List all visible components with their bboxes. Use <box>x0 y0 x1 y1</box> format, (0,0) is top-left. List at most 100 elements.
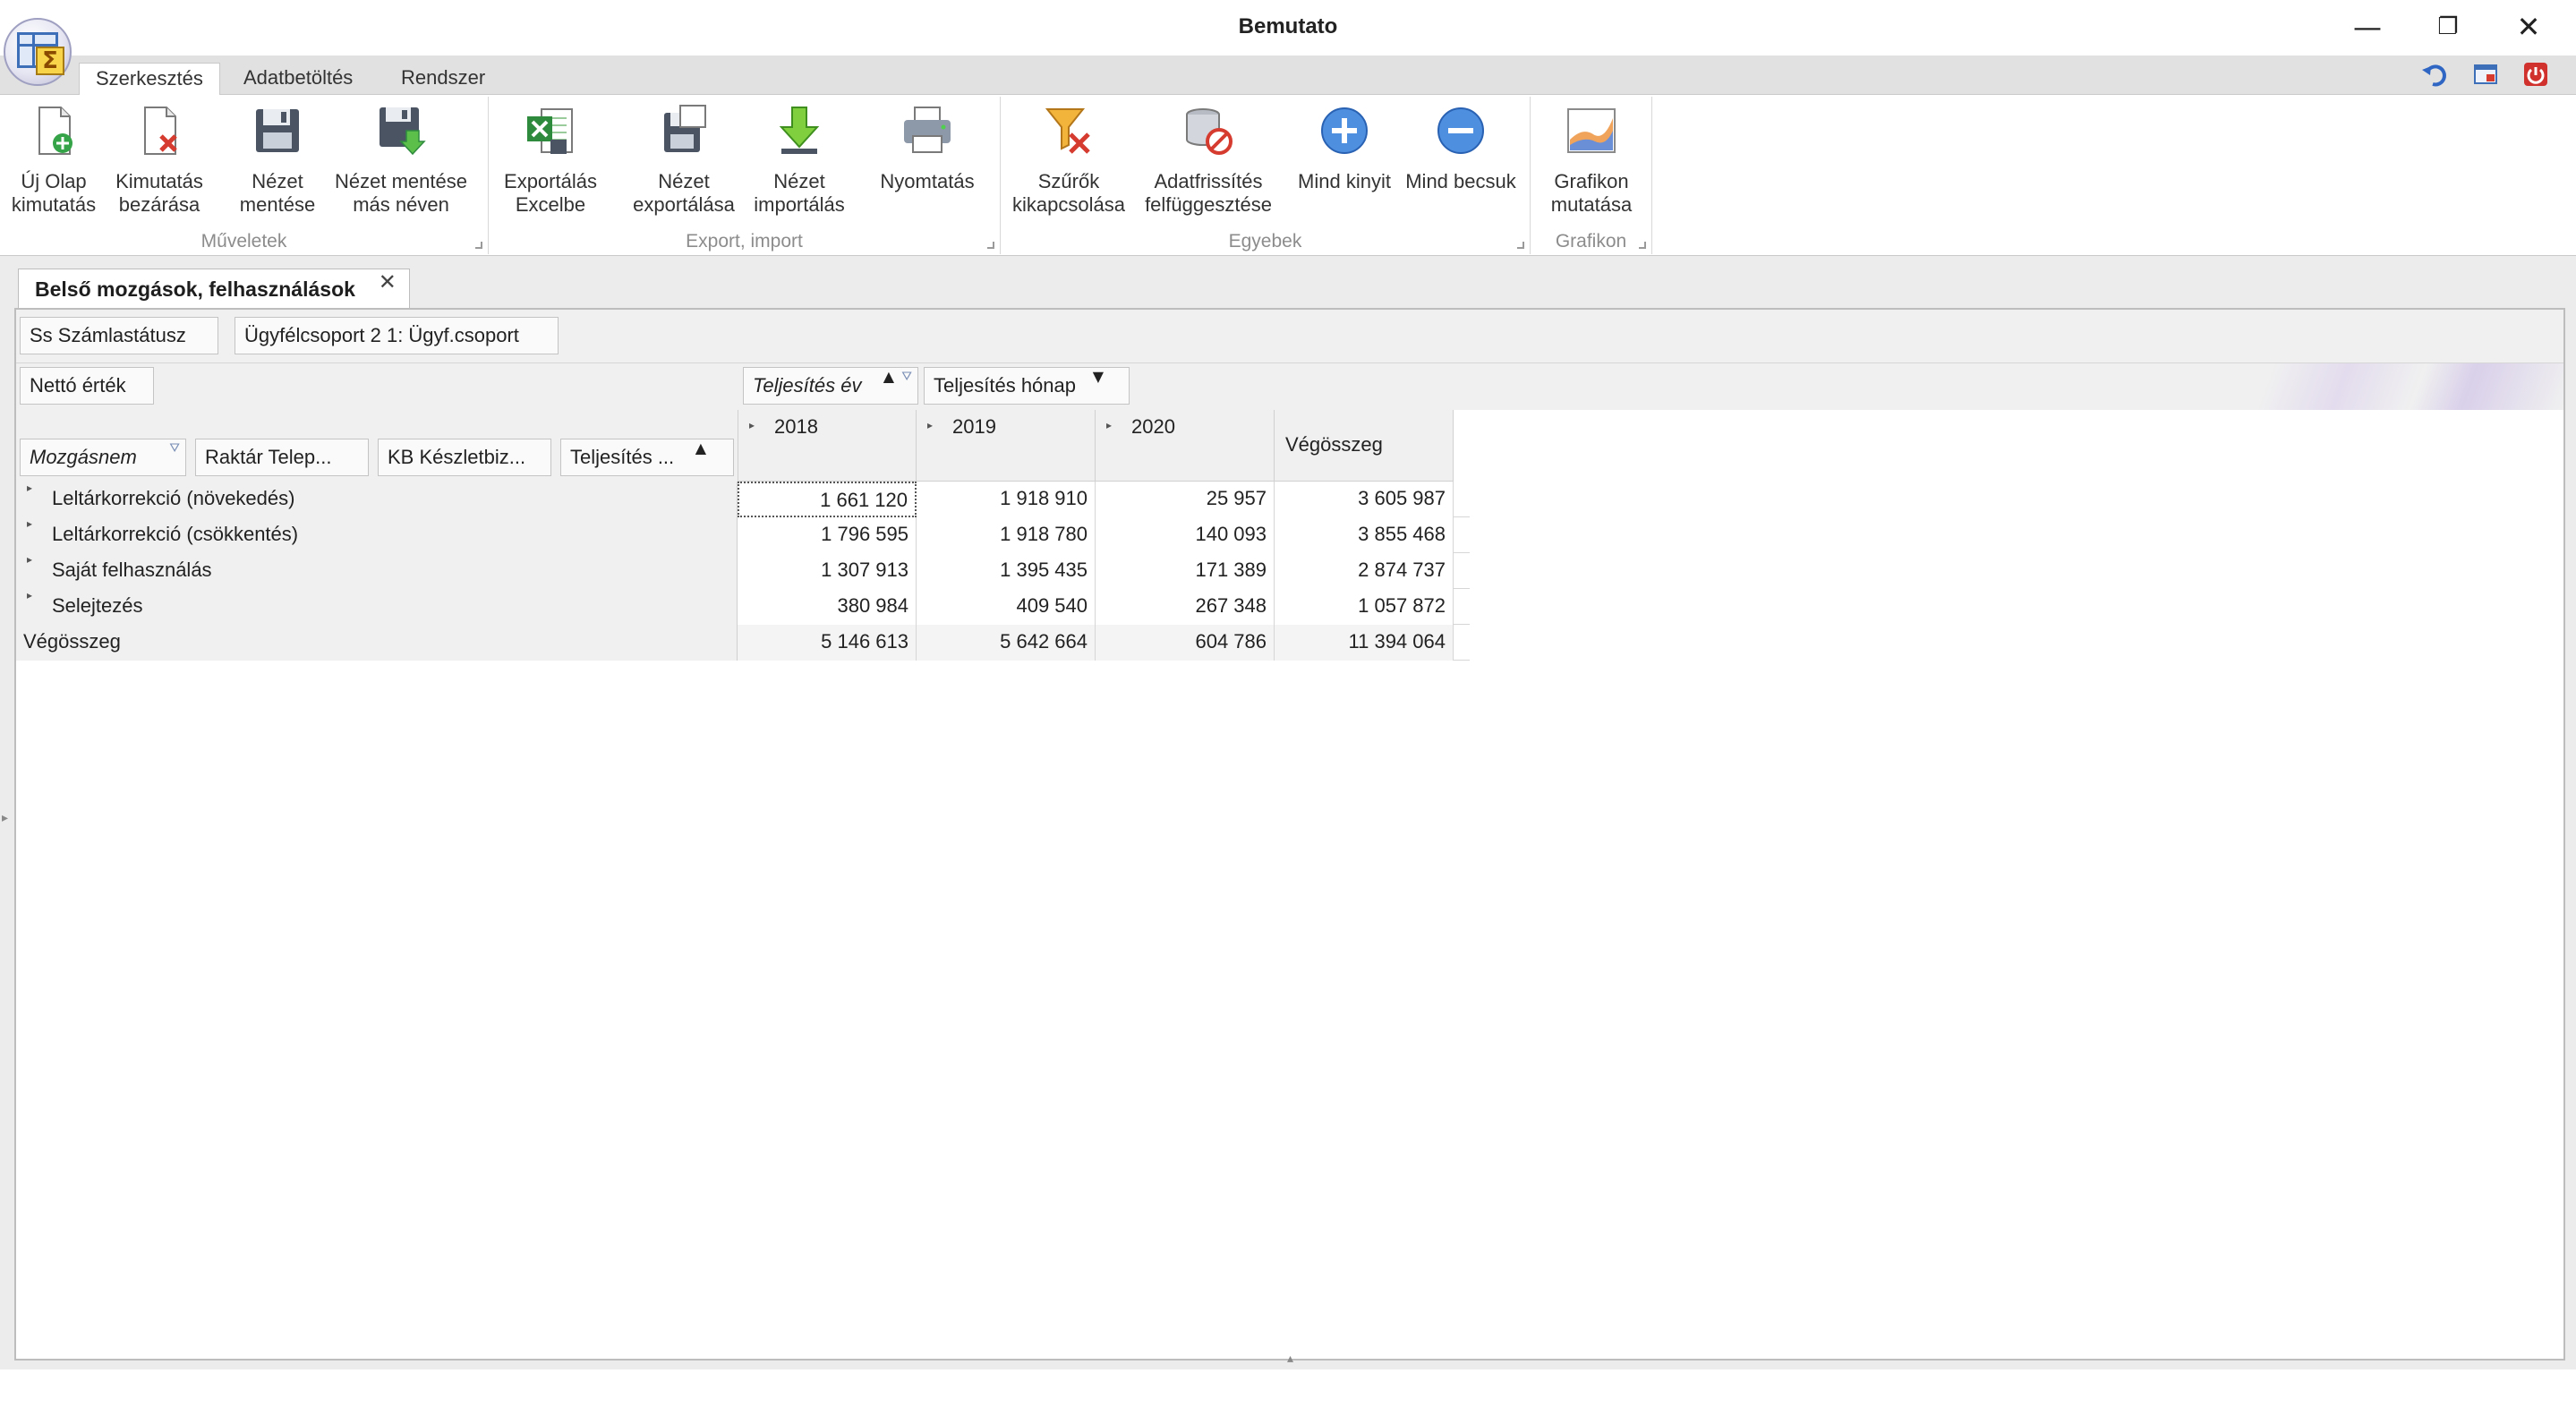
filter-field-ugyfelcsoport[interactable]: Ügyfélcsoport 2 1: Ügyf.csoport <box>235 317 559 354</box>
row-field-mozgasnem[interactable]: Mozgásnem ⛛ <box>20 439 186 476</box>
table-cell[interactable]: 2 874 737 <box>1275 553 1454 589</box>
table-cell[interactable]: 25 957 <box>1096 482 1275 517</box>
row-field-kb-keszletbiz[interactable]: KB Készletbiz... <box>378 439 551 476</box>
column-field-teljesites-honap[interactable]: Teljesítés hónap ▼ <box>924 367 1130 405</box>
application-menu-button[interactable]: Σ <box>4 18 72 86</box>
table-cell[interactable]: 267 348 <box>1096 589 1275 625</box>
expand-icon[interactable]: ▸ <box>927 419 933 431</box>
table-cell[interactable]: 5 642 664 <box>917 625 1096 661</box>
import-view-button[interactable]: Nézet importálás <box>750 97 849 222</box>
close-report-label: Kimutatás bezárása <box>115 170 203 216</box>
ribbon-group-export-import: Exportálás Excelbe Nézet exportálása Néz… <box>489 97 1001 254</box>
print-button[interactable]: Nyomtatás <box>874 97 981 222</box>
table-cell[interactable]: 140 093 <box>1096 517 1275 553</box>
table-cell[interactable]: 1 307 913 <box>738 553 917 589</box>
row-header-label: Leltárkorrekció (csökkentés) <box>52 523 299 545</box>
suspend-refresh-label: Adatfrissítés felfüggesztése <box>1145 170 1272 216</box>
column-header-2018[interactable]: ▸ 2018 <box>738 410 917 482</box>
column-header-2020[interactable]: ▸ 2020 <box>1096 410 1275 482</box>
expand-all-button[interactable]: Mind kinyit <box>1292 97 1396 222</box>
table-cell[interactable]: 1 395 435 <box>917 553 1096 589</box>
table-cell[interactable]: 3 855 468 <box>1275 517 1454 553</box>
column-field-teljesites-honap-label: Teljesítés hónap <box>934 374 1076 397</box>
document-tab-label: Belső mozgások, felhasználások <box>35 277 355 301</box>
tab-adatbetoltes[interactable]: Adatbetöltés <box>227 63 369 95</box>
row-header[interactable]: ▸ Selejtezés <box>16 589 738 625</box>
table-cell[interactable]: 380 984 <box>738 589 917 625</box>
close-report-button[interactable]: Kimutatás bezárása <box>113 97 206 222</box>
table-cell[interactable]: 1 796 595 <box>738 517 917 553</box>
new-olap-report-button[interactable]: Új Olap kimutatás <box>7 97 100 222</box>
row-field-teljesites-label: Teljesítés ... <box>570 446 675 468</box>
expand-icon[interactable]: ▸ <box>27 553 32 566</box>
show-chart-button[interactable]: Grafikon mutatása <box>1540 97 1643 222</box>
group-dialog-launcher[interactable] <box>475 242 482 249</box>
filter-icon[interactable]: ⛛ <box>901 370 912 384</box>
data-field-netto-ertek[interactable]: Nettó érték <box>20 367 154 405</box>
column-field-teljesites-ev[interactable]: Teljesítés év ▲ ⛛ <box>743 367 918 405</box>
filter-icon[interactable]: ⛛ <box>169 441 180 456</box>
row-field-raktar-telep[interactable]: Raktár Telep... <box>195 439 369 476</box>
ribbon-tab-strip: Szerkesztés Adatbetöltés Rendszer <box>0 55 2576 96</box>
group-dialog-launcher[interactable] <box>1517 242 1524 249</box>
table-cell[interactable]: 604 786 <box>1096 625 1275 661</box>
table-cell[interactable]: 1 661 120 <box>738 482 917 517</box>
table-cell[interactable]: 171 389 <box>1096 553 1275 589</box>
restore-button[interactable]: ❐ <box>2417 7 2479 48</box>
collapse-bottom-icon[interactable]: ▴ <box>1287 1352 1293 1366</box>
export-excel-label: Exportálás Excelbe <box>504 170 597 216</box>
table-row: ▸ Leltárkorrekció (csökkentés) 1 796 595 … <box>16 517 1470 553</box>
minimize-button[interactable]: — <box>2336 7 2399 48</box>
save-view-button[interactable]: Nézet mentése <box>231 97 324 222</box>
collapse-left-icon[interactable]: ▸ <box>2 811 8 825</box>
window-layout-icon[interactable] <box>2472 61 2499 88</box>
table-cell[interactable]: 3 605 987 <box>1275 482 1454 517</box>
table-cell[interactable]: 409 540 <box>917 589 1096 625</box>
table-cell[interactable]: 1 918 910 <box>917 482 1096 517</box>
tab-rendszer[interactable]: Rendszer <box>385 63 501 95</box>
table-cell[interactable]: 1 918 780 <box>917 517 1096 553</box>
group-dialog-launcher[interactable] <box>1639 242 1646 249</box>
document-area: Belső mozgások, felhasználások ✕ ▸ Ss Sz… <box>0 256 2576 1369</box>
filters-off-button[interactable]: Szűrők kikapcsolása <box>1012 97 1125 222</box>
column-header-label: Végösszeg <box>1285 433 1383 456</box>
filters-off-label: Szűrők kikapcsolása <box>1012 170 1125 216</box>
group-label-export-import: Export, import <box>686 231 803 252</box>
suspend-refresh-button[interactable]: Adatfrissítés felfüggesztése <box>1145 97 1272 222</box>
new-doc-icon <box>38 107 73 155</box>
excel-icon <box>527 108 573 154</box>
title-bar: Bemutato — ❐ ✕ <box>0 0 2576 55</box>
expand-icon[interactable]: ▸ <box>27 517 32 530</box>
document-tab[interactable]: Belső mozgások, felhasználások ✕ <box>18 269 410 310</box>
filter-field-szamlastatusz[interactable]: Ss Számlastátusz <box>20 317 218 354</box>
column-header-grand-total: Végösszeg <box>1275 410 1454 482</box>
expand-icon[interactable]: ▸ <box>749 419 755 431</box>
table-cell[interactable]: 5 146 613 <box>738 625 917 661</box>
tab-szerkesztes[interactable]: Szerkesztés <box>79 63 220 96</box>
column-header-2019[interactable]: ▸ 2019 <box>917 410 1096 482</box>
expand-icon[interactable]: ▸ <box>27 482 32 494</box>
table-row: ▸ Saját felhasználás 1 307 913 1 395 435 … <box>16 553 1470 589</box>
save-view-as-button[interactable]: Nézet mentése más néven <box>335 97 467 222</box>
collapse-all-button[interactable]: Mind becsuk <box>1405 97 1516 222</box>
close-button[interactable]: ✕ <box>2497 7 2560 48</box>
row-field-teljesites[interactable]: Teljesítés ... ▲ <box>560 439 734 476</box>
expand-icon[interactable]: ▸ <box>27 589 32 601</box>
power-icon[interactable] <box>2522 61 2549 88</box>
export-excel-button[interactable]: Exportálás Excelbe <box>498 97 603 222</box>
column-header-label: 2020 <box>1131 415 1175 438</box>
row-header[interactable]: ▸ Leltárkorrekció (csökkentés) <box>16 517 738 553</box>
row-header[interactable]: ▸ Saját felhasználás <box>16 553 738 589</box>
row-header: Végösszeg <box>16 625 738 661</box>
row-header-label: Leltárkorrekció (növekedés) <box>52 487 295 509</box>
sort-asc-icon: ▲ <box>883 368 894 385</box>
ribbon-group-grafikon: Grafikon mutatása Grafikon <box>1531 97 1652 254</box>
undo-icon[interactable] <box>2420 61 2447 88</box>
table-cell[interactable]: 1 057 872 <box>1275 589 1454 625</box>
export-view-button[interactable]: Nézet exportálása <box>632 97 736 222</box>
table-cell[interactable]: 11 394 064 <box>1275 625 1454 661</box>
row-header[interactable]: ▸ Leltárkorrekció (növekedés) <box>16 482 738 517</box>
close-icon[interactable]: ✕ <box>379 269 397 294</box>
expand-icon[interactable]: ▸ <box>1106 419 1112 431</box>
group-dialog-launcher[interactable] <box>987 242 994 249</box>
